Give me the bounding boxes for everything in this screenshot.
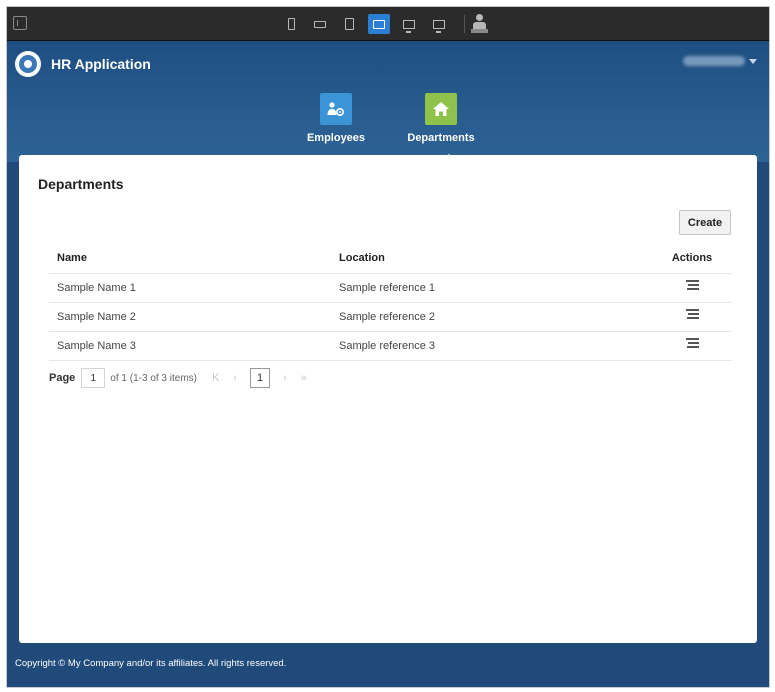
desktop-icon[interactable] xyxy=(398,14,420,34)
large-desktop-icon[interactable] xyxy=(428,14,450,34)
app-title: HR Application xyxy=(51,56,151,72)
app-header: HR Application Employees Departments xyxy=(7,42,769,162)
cell-name: Sample Name 2 xyxy=(49,302,331,332)
cell-name: Sample Name 3 xyxy=(49,331,331,361)
phone-portrait-icon[interactable] xyxy=(280,14,302,34)
user-menu[interactable] xyxy=(683,56,757,66)
user-name-blurred xyxy=(683,56,745,66)
page-1-button[interactable]: 1 xyxy=(250,368,271,388)
nav-item-employees[interactable]: Employees xyxy=(296,93,376,153)
home-icon xyxy=(425,93,457,125)
column-header-name[interactable]: Name xyxy=(49,243,331,274)
cell-actions xyxy=(652,273,732,303)
nav-item-departments-label: Departments xyxy=(407,132,475,144)
tablet-portrait-icon[interactable] xyxy=(338,14,360,34)
actions-menu-icon[interactable] xyxy=(685,309,699,321)
next-page-button[interactable]: › xyxy=(283,372,287,384)
nav-item-employees-label: Employees xyxy=(306,132,366,144)
actions-menu-icon[interactable] xyxy=(685,280,699,292)
copyright-footer: Copyright © My Company and/or its affili… xyxy=(15,658,287,669)
app-logo-icon xyxy=(15,51,41,77)
employees-icon xyxy=(320,93,352,125)
page-number-input[interactable] xyxy=(81,368,106,388)
departments-table: Name Location Actions Sample Name 1 Samp… xyxy=(49,243,732,361)
content-panel: Departments Create Name Location Actions… xyxy=(19,155,757,643)
cell-actions xyxy=(652,302,732,332)
chevron-down-icon xyxy=(749,58,757,64)
tablet-landscape-icon[interactable] xyxy=(368,14,390,34)
table-row[interactable]: Sample Name 1 Sample reference 1 xyxy=(49,273,732,303)
user-preview-icon[interactable] xyxy=(471,13,489,35)
app-window: HR Application Employees Departments Dep… xyxy=(6,6,770,688)
create-button[interactable]: Create xyxy=(679,210,731,235)
page-title: Departments xyxy=(38,176,124,192)
column-header-location[interactable]: Location xyxy=(331,243,652,274)
cell-location: Sample reference 3 xyxy=(331,331,652,361)
pager-label: Page xyxy=(49,372,76,384)
cell-location: Sample reference 1 xyxy=(331,273,652,303)
table-row[interactable]: Sample Name 2 Sample reference 2 xyxy=(49,302,732,332)
cell-name: Sample Name 1 xyxy=(49,273,331,303)
table-row[interactable]: Sample Name 3 Sample reference 3 xyxy=(49,331,732,361)
cell-actions xyxy=(652,331,732,361)
panel-toggle-icon[interactable] xyxy=(13,16,27,30)
actions-menu-icon[interactable] xyxy=(685,338,699,350)
column-header-actions: Actions xyxy=(652,243,732,274)
previous-page-button[interactable]: ‹ xyxy=(233,372,237,384)
pager-info: of 1 (1-3 of 3 items) xyxy=(110,372,197,384)
phone-landscape-icon[interactable] xyxy=(309,14,331,34)
pagination: Page of 1 (1-3 of 3 items) K ‹ 1 › » xyxy=(49,367,314,389)
table-header-row: Name Location Actions xyxy=(49,243,732,274)
cell-location: Sample reference 2 xyxy=(331,302,652,332)
toolbar-divider xyxy=(464,15,465,33)
last-page-button[interactable]: » xyxy=(301,372,307,384)
nav-item-departments[interactable]: Departments xyxy=(401,93,481,153)
device-toolbar xyxy=(7,7,769,41)
first-page-button[interactable]: K xyxy=(212,372,219,384)
